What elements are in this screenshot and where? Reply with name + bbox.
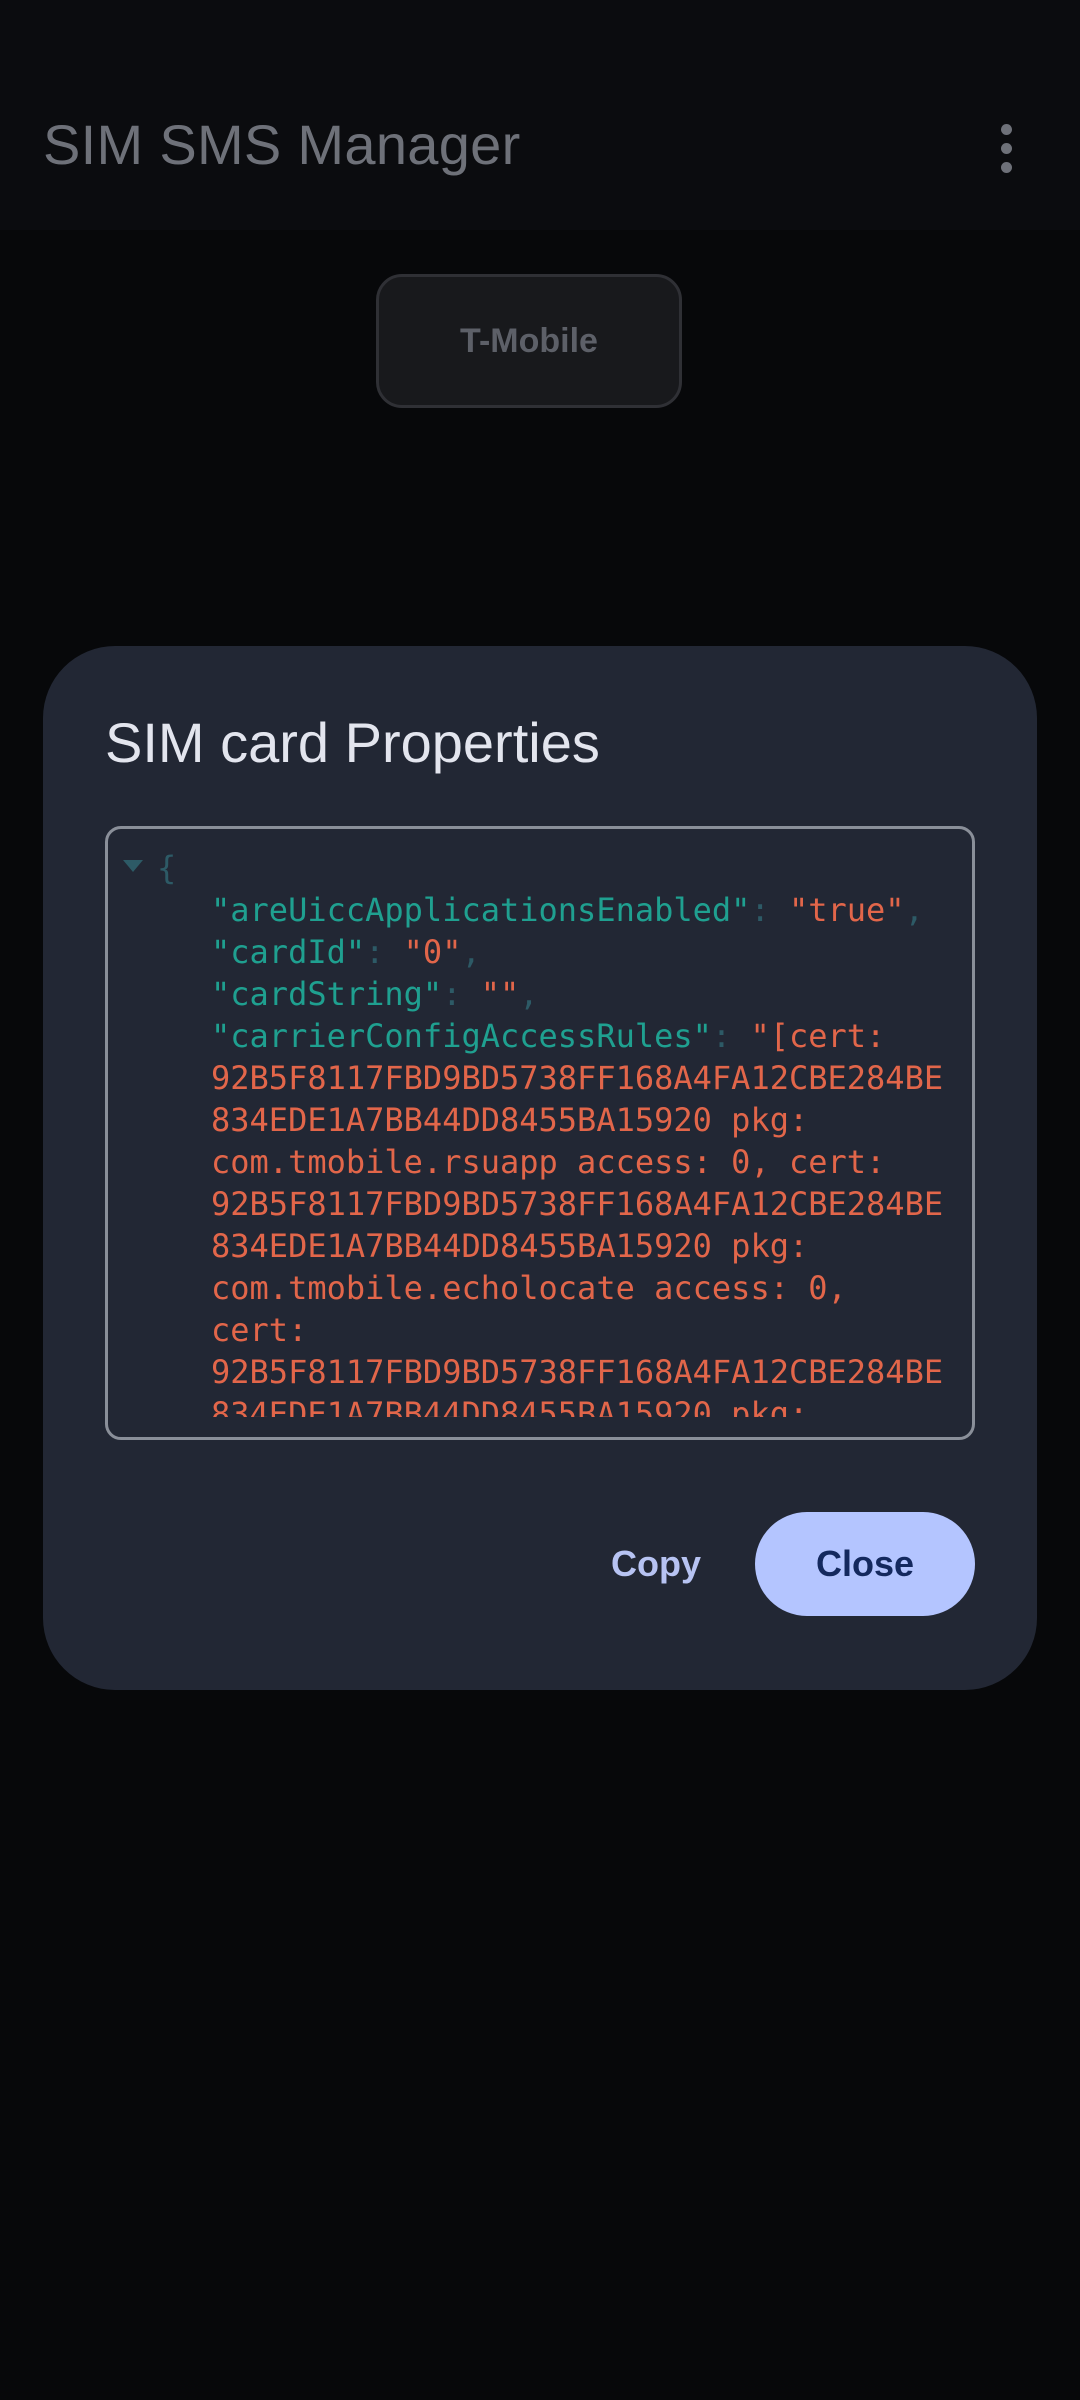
json-key: "cardString" bbox=[211, 975, 443, 1013]
json-value: "true" bbox=[788, 891, 905, 929]
json-separator: : bbox=[750, 891, 789, 929]
more-vert-icon[interactable] bbox=[986, 112, 1026, 184]
copy-button[interactable]: Copy bbox=[575, 1512, 737, 1616]
json-trailing-comma: , bbox=[461, 933, 481, 971]
more-dot bbox=[1000, 123, 1012, 135]
json-viewer[interactable]: { "areUiccApplicationsEnabled": "true", "… bbox=[105, 826, 975, 1440]
json-separator: : bbox=[711, 1017, 751, 1055]
json-key: "areUiccApplicationsEnabled" bbox=[211, 891, 751, 929]
json-entry-line: "areUiccApplicationsEnabled": "true", bbox=[108, 889, 972, 931]
json-value-line: 834EDE1A7BB44DD8455BA15920 pkg: bbox=[211, 1227, 809, 1265]
json-entries: "areUiccApplicationsEnabled": "true", "ca… bbox=[108, 889, 972, 1057]
json-value-line: 834EDE1A7BB44DD8455BA15920 pkg: bbox=[211, 1101, 809, 1139]
json-value: "[cert: bbox=[750, 1017, 886, 1055]
json-value-line: 834EDE1A7BB44DD8455BA15920 pkg: bbox=[211, 1395, 809, 1417]
json-trailing-comma: , bbox=[519, 975, 539, 1013]
dialog-title: SIM card Properties bbox=[105, 711, 600, 774]
collapse-caret-icon[interactable] bbox=[123, 860, 143, 872]
app-title: SIM SMS Manager bbox=[43, 113, 521, 176]
json-separator: : bbox=[442, 975, 481, 1013]
json-trailing-comma: , bbox=[904, 891, 924, 929]
app-bar: SIM SMS Manager bbox=[0, 0, 1080, 230]
screen: SIM SMS Manager T-Mobile SIM card Proper… bbox=[0, 0, 1080, 2400]
json-value-line: cert: bbox=[211, 1311, 308, 1349]
sim-carrier-label: T-Mobile bbox=[460, 321, 598, 360]
more-dot bbox=[1000, 161, 1012, 173]
json-value-line: 92B5F8117FBD9BD5738FF168A4FA12CBE284BE bbox=[211, 1185, 944, 1223]
more-dot bbox=[1000, 142, 1012, 154]
json-content: { "areUiccApplicationsEnabled": "true", "… bbox=[108, 847, 972, 1417]
json-value-line: 92B5F8117FBD9BD5738FF168A4FA12CBE284BE bbox=[211, 1059, 944, 1097]
json-root-line: { bbox=[108, 847, 972, 889]
json-value-continuation: 92B5F8117FBD9BD5738FF168A4FA12CBE284BE 83… bbox=[108, 1057, 972, 1417]
json-value: "" bbox=[480, 975, 520, 1013]
json-entry-line: "cardId": "0", bbox=[108, 931, 972, 973]
json-entry-line: "carrierConfigAccessRules": "[cert: bbox=[108, 1015, 972, 1057]
json-value-line: 92B5F8117FBD9BD5738FF168A4FA12CBE284BE bbox=[211, 1353, 944, 1391]
json-value-line: com.tmobile.echolocate access: 0, bbox=[211, 1269, 847, 1307]
dialog-actions: Copy Close bbox=[575, 1512, 975, 1616]
json-key: "carrierConfigAccessRules" bbox=[211, 1017, 712, 1055]
close-button[interactable]: Close bbox=[755, 1512, 975, 1616]
json-value-line: com.tmobile.rsuapp access: 0, cert: bbox=[211, 1143, 886, 1181]
json-value: "0" bbox=[403, 933, 462, 971]
sim-properties-dialog: SIM card Properties { "areUiccApplicatio… bbox=[43, 646, 1037, 1690]
json-separator: : bbox=[365, 933, 404, 971]
json-open-brace: { bbox=[157, 849, 177, 887]
json-entry-line: "cardString": "", bbox=[108, 973, 972, 1015]
json-key: "cardId" bbox=[211, 933, 366, 971]
sim-selector-chip[interactable]: T-Mobile bbox=[376, 274, 682, 408]
